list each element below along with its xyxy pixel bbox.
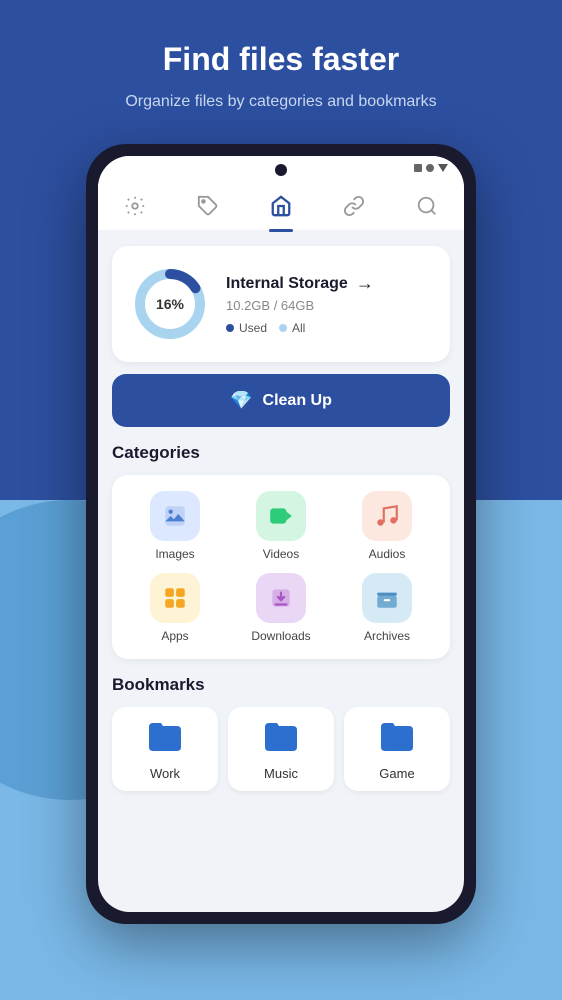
header-area: Find files faster Organize files by cate… [0, 0, 562, 134]
game-label: Game [379, 766, 414, 781]
storage-legend: Used All [226, 321, 432, 335]
nav-link[interactable] [326, 190, 382, 222]
downloads-label: Downloads [251, 629, 310, 643]
storage-donut: 16% [130, 264, 210, 344]
storage-arrow: → [356, 273, 374, 294]
videos-label: Videos [263, 547, 299, 561]
archives-label: Archives [364, 629, 410, 643]
storage-title: Internal Storage → [226, 273, 432, 294]
category-images[interactable]: Images [128, 491, 222, 561]
legend-used: Used [226, 321, 267, 335]
music-label: Music [264, 766, 298, 781]
legend-all: All [279, 321, 305, 335]
nav-settings[interactable] [107, 190, 163, 222]
work-label: Work [150, 766, 180, 781]
bookmarks-title: Bookmarks [112, 675, 450, 695]
storage-info: Internal Storage → 10.2GB / 64GB Used Al… [226, 273, 432, 335]
category-apps[interactable]: Apps [128, 573, 222, 643]
legend-all-dot [279, 324, 287, 332]
apps-label: Apps [161, 629, 188, 643]
audios-label: Audios [369, 547, 406, 561]
phone-frame: 16% Internal Storage → 10.2GB / 64GB Use… [86, 144, 476, 924]
category-downloads[interactable]: Downloads [234, 573, 328, 643]
nav-tag[interactable] [180, 190, 236, 222]
nav-bar [98, 180, 464, 232]
archives-icon-bg [362, 573, 412, 623]
wifi-icon [438, 164, 448, 172]
categories-card: Images Videos [112, 475, 450, 659]
storage-card[interactable]: 16% Internal Storage → 10.2GB / 64GB Use… [112, 246, 450, 362]
cleanup-button[interactable]: 💎 Clean Up [112, 374, 450, 427]
search-icon [415, 194, 439, 218]
page-title: Find files faster [40, 40, 522, 78]
storage-size: 10.2GB / 64GB [226, 298, 432, 313]
legend-used-dot [226, 324, 234, 332]
tag-icon [196, 194, 220, 218]
categories-title: Categories [112, 443, 450, 463]
categories-grid: Images Videos [128, 491, 434, 643]
work-folder-icon [147, 721, 183, 758]
game-folder-icon [379, 721, 415, 758]
bookmark-music[interactable]: Music [228, 707, 334, 791]
apps-icon-bg [150, 573, 200, 623]
camera-dot [275, 164, 287, 176]
nav-search[interactable] [399, 190, 455, 222]
status-bar [98, 156, 464, 180]
cleanup-label: Clean Up [263, 392, 332, 410]
cleanup-icon: 💎 [230, 390, 252, 411]
link-icon [342, 194, 366, 218]
bookmark-work[interactable]: Work [112, 707, 218, 791]
battery-icon [414, 164, 422, 172]
status-icons [414, 164, 448, 172]
nav-home[interactable] [253, 190, 309, 222]
category-archives[interactable]: Archives [340, 573, 434, 643]
audios-icon-bg [362, 491, 412, 541]
phone-screen: 16% Internal Storage → 10.2GB / 64GB Use… [98, 156, 464, 912]
bookmark-game[interactable]: Game [344, 707, 450, 791]
bookmarks-grid: Work Music Game [112, 707, 450, 791]
images-label: Images [155, 547, 194, 561]
storage-percent: 16% [156, 296, 184, 312]
page-subtitle: Organize files by categories and bookmar… [40, 90, 522, 114]
category-videos[interactable]: Videos [234, 491, 328, 561]
downloads-icon-bg [256, 573, 306, 623]
images-icon-bg [150, 491, 200, 541]
screen-content: 16% Internal Storage → 10.2GB / 64GB Use… [98, 232, 464, 908]
settings-icon [123, 194, 147, 218]
signal-icon [426, 164, 434, 172]
videos-icon-bg [256, 491, 306, 541]
home-icon [269, 194, 293, 218]
music-folder-icon [263, 721, 299, 758]
category-audios[interactable]: Audios [340, 491, 434, 561]
